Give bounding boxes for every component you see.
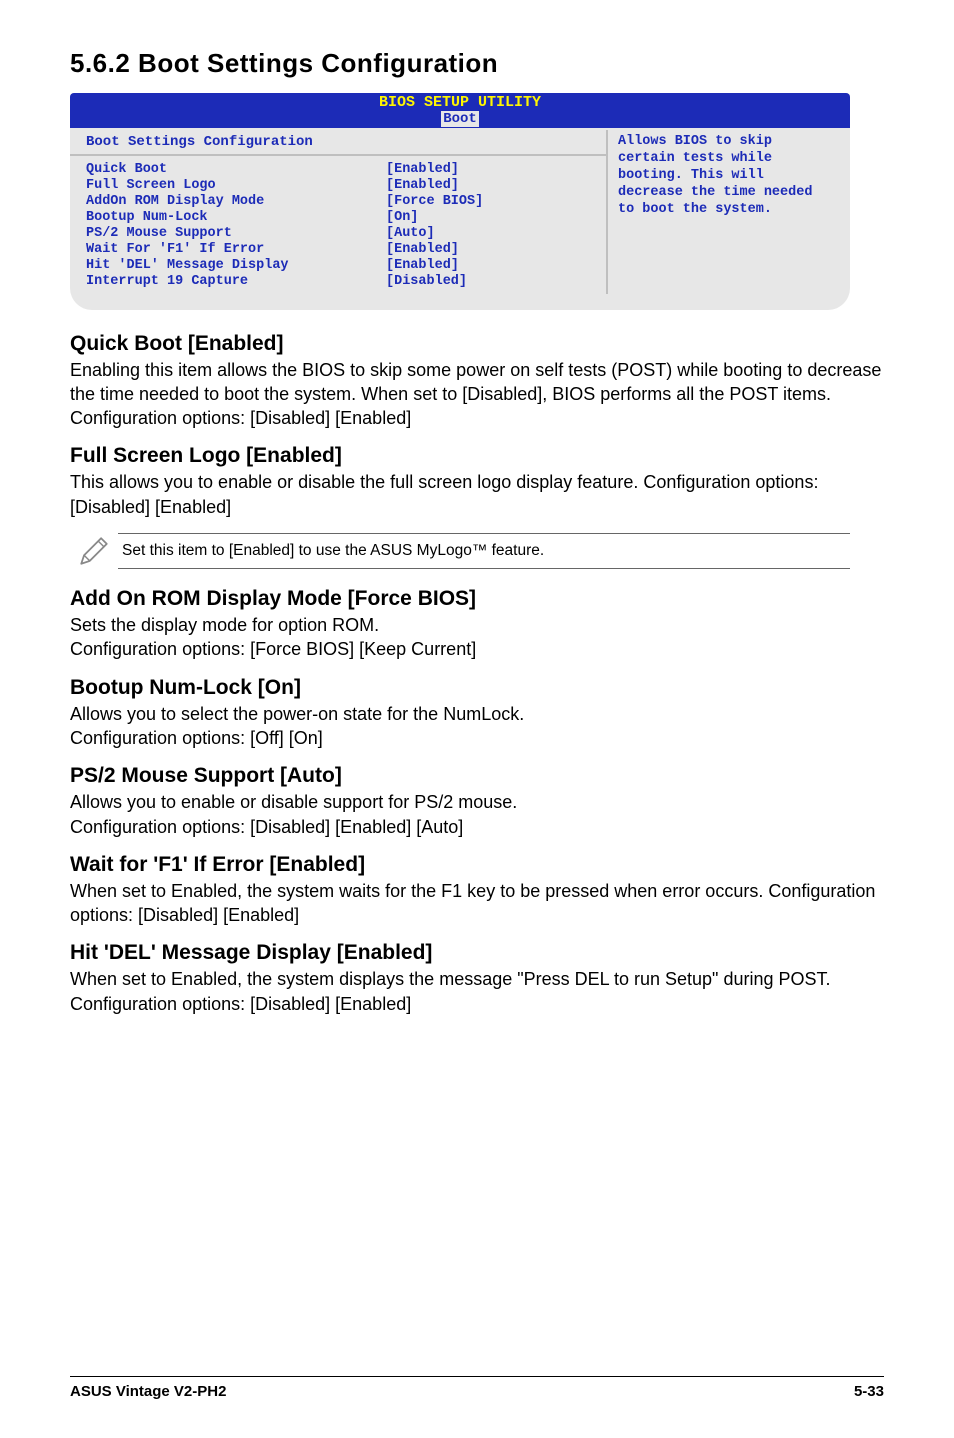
bios-row: Interrupt 19 Capture[Disabled] (86, 274, 596, 290)
pencil-icon (70, 534, 118, 568)
bios-row: Full Screen Logo[Enabled] (86, 178, 596, 194)
footer: ASUS Vintage V2-PH2 5-33 (70, 1376, 884, 1400)
footer-left: ASUS Vintage V2-PH2 (70, 1383, 226, 1400)
bios-row-value: [Enabled] (386, 258, 459, 274)
bios-row-value: [Enabled] (386, 178, 459, 194)
bios-body: Boot Settings Configuration Quick Boot[E… (70, 128, 850, 309)
bios-row-label: Hit 'DEL' Message Display (86, 258, 386, 274)
section-bootup-numlock: Bootup Num-Lock [On] Allows you to selec… (70, 676, 884, 751)
section-wait-f1: Wait for 'F1' If Error [Enabled] When se… (70, 853, 884, 928)
bios-row-value: [Enabled] (386, 162, 459, 178)
bios-row-value: [Enabled] (386, 242, 459, 258)
section-body: Allows you to select the power-on state … (70, 702, 884, 751)
footer-right: 5-33 (854, 1383, 884, 1400)
bios-row-label: Wait For 'F1' If Error (86, 242, 386, 258)
section-hit-del: Hit 'DEL' Message Display [Enabled] When… (70, 941, 884, 1016)
section-body: Enabling this item allows the BIOS to sk… (70, 358, 884, 431)
bios-panel: BIOS SETUP UTILITY Boot Boot Settings Co… (70, 93, 850, 310)
bios-row-label: Interrupt 19 Capture (86, 274, 386, 290)
bios-row-label: Bootup Num-Lock (86, 210, 386, 226)
section-body: When set to Enabled, the system displays… (70, 967, 884, 1016)
bios-tab-row: Boot (70, 112, 850, 129)
section-title: PS/2 Mouse Support [Auto] (70, 764, 884, 788)
bios-divider (70, 154, 606, 156)
bios-row-label: AddOn ROM Display Mode (86, 194, 386, 210)
bios-row: Quick Boot[Enabled] (86, 162, 596, 178)
bios-row-value: [Auto] (386, 226, 435, 242)
note-text: Set this item to [Enabled] to use the AS… (118, 533, 850, 569)
bios-row: AddOn ROM Display Mode[Force BIOS] (86, 194, 596, 210)
section-title: Quick Boot [Enabled] (70, 332, 884, 356)
bios-row-label: Full Screen Logo (86, 178, 386, 194)
bios-config-heading: Boot Settings Configuration (86, 134, 596, 150)
section-title: Wait for 'F1' If Error [Enabled] (70, 853, 884, 877)
bios-row: PS/2 Mouse Support[Auto] (86, 226, 596, 242)
section-addon-rom: Add On ROM Display Mode [Force BIOS] Set… (70, 587, 884, 662)
bios-left-pane: Boot Settings Configuration Quick Boot[E… (70, 130, 606, 293)
section-title: Full Screen Logo [Enabled] (70, 444, 884, 468)
section-body: Allows you to enable or disable support … (70, 790, 884, 839)
section-body: Sets the display mode for option ROM. Co… (70, 613, 884, 662)
bios-row-value: [On] (386, 210, 418, 226)
section-title: Add On ROM Display Mode [Force BIOS] (70, 587, 884, 611)
section-quick-boot: Quick Boot [Enabled] Enabling this item … (70, 332, 884, 431)
bios-help-pane: Allows BIOS to skip certain tests while … (606, 130, 850, 293)
page: 5.6.2 Boot Settings Configuration BIOS S… (0, 0, 954, 1438)
note: Set this item to [Enabled] to use the AS… (70, 533, 850, 569)
bios-row-label: PS/2 Mouse Support (86, 226, 386, 242)
bios-row-value: [Force BIOS] (386, 194, 483, 210)
section-body: When set to Enabled, the system waits fo… (70, 879, 884, 928)
page-heading: 5.6.2 Boot Settings Configuration (70, 48, 884, 79)
bios-title: BIOS SETUP UTILITY (70, 93, 850, 112)
bios-row-value: [Disabled] (386, 274, 467, 290)
bios-row: Wait For 'F1' If Error[Enabled] (86, 242, 596, 258)
section-title: Bootup Num-Lock [On] (70, 676, 884, 700)
bios-row-label: Quick Boot (86, 162, 386, 178)
section-ps2-mouse: PS/2 Mouse Support [Auto] Allows you to … (70, 764, 884, 839)
section-body: This allows you to enable or disable the… (70, 470, 884, 519)
bios-row: Bootup Num-Lock[On] (86, 210, 596, 226)
section-title: Hit 'DEL' Message Display [Enabled] (70, 941, 884, 965)
bios-row: Hit 'DEL' Message Display[Enabled] (86, 258, 596, 274)
section-full-screen-logo: Full Screen Logo [Enabled] This allows y… (70, 444, 884, 519)
bios-tab: Boot (441, 111, 479, 127)
